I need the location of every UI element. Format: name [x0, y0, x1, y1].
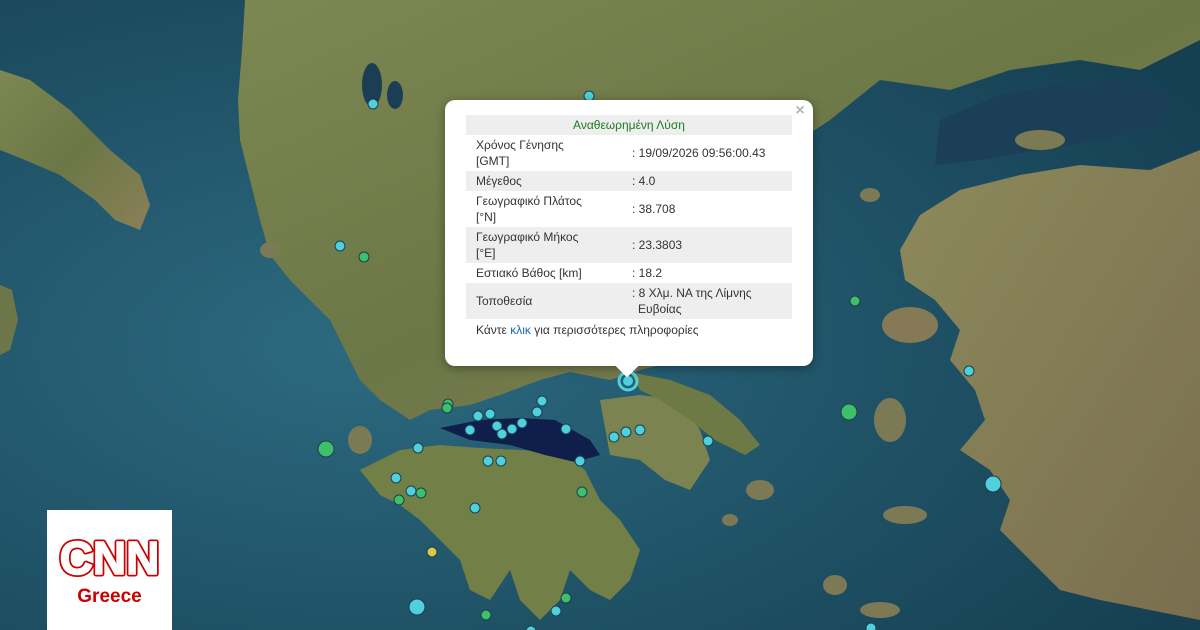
earthquake-marker[interactable]: [441, 402, 453, 414]
earthquake-marker[interactable]: [334, 240, 346, 252]
latitude-label: Γεωγραφικό Πλάτος [°N]: [476, 194, 582, 224]
earthquake-marker[interactable]: [536, 395, 548, 407]
earthquake-marker[interactable]: [963, 365, 975, 377]
island: [746, 480, 774, 500]
island: [882, 307, 938, 343]
earthquake-marker[interactable]: [317, 440, 335, 458]
earthquake-marker[interactable]: [840, 403, 858, 421]
island: [823, 575, 847, 595]
earthquake-marker[interactable]: [560, 592, 572, 604]
origin-time-value: : 19/09/2026 09:56:00.43: [632, 146, 766, 160]
latitude-value: : 38.708: [632, 202, 676, 216]
earthquake-marker[interactable]: [393, 494, 405, 506]
earthquake-marker[interactable]: [358, 251, 370, 263]
svg-text:CNN: CNN: [60, 532, 160, 584]
island: [860, 188, 880, 202]
island: [860, 602, 900, 618]
earthquake-marker[interactable]: [408, 598, 426, 616]
depth-value: : 18.2: [632, 266, 663, 280]
earthquake-marker[interactable]: [506, 423, 518, 435]
earthquake-marker[interactable]: [620, 426, 632, 438]
earthquake-marker[interactable]: [480, 609, 492, 621]
island: [1015, 130, 1065, 150]
earthquake-info-popup: × Αναθεωρημένη Λύση Χρόνος Γένησης [GMT] …: [445, 100, 813, 378]
location-label: Τοποθεσία: [466, 283, 622, 319]
logo-subtitle: Greece: [77, 586, 142, 607]
island: [348, 426, 372, 454]
earthquake-marker[interactable]: [495, 455, 507, 467]
earthquake-marker[interactable]: [560, 423, 572, 435]
earthquake-marker[interactable]: [415, 487, 427, 499]
earthquake-marker[interactable]: [464, 424, 476, 436]
earthquake-marker[interactable]: [472, 410, 484, 422]
earthquake-marker[interactable]: [516, 417, 528, 429]
earthquake-details-table: Χρόνος Γένησης [GMT] : 19/09/2026 09:56:0…: [466, 135, 792, 319]
earthquake-marker[interactable]: [390, 472, 402, 484]
earthquake-marker[interactable]: [412, 442, 424, 454]
earthquake-marker[interactable]: [496, 428, 508, 440]
earthquake-marker[interactable]: [550, 605, 562, 617]
more-info-link[interactable]: κλικ: [510, 323, 531, 337]
longitude-label: Γεωγραφικό Μήκος [°E]: [466, 227, 622, 263]
earthquake-marker[interactable]: [984, 475, 1002, 493]
magnitude-value: : 4.0: [622, 171, 792, 191]
longitude-value: : 23.3803: [622, 227, 792, 263]
cnn-wordmark: CNN CNN: [57, 530, 162, 587]
depth-label: Εστιακό Βάθος [km]: [476, 266, 582, 280]
magnitude-label: Μέγεθος: [466, 171, 622, 191]
table-row: Χρόνος Γένησης [GMT] : 19/09/2026 09:56:0…: [466, 135, 792, 171]
earthquake-marker[interactable]: [849, 295, 861, 307]
earthquake-marker[interactable]: [426, 546, 438, 558]
earthquake-marker[interactable]: [405, 485, 417, 497]
table-row: Γεωγραφικό Πλάτος [°N] : 38.708: [466, 191, 792, 227]
table-row: Γεωγραφικό Μήκος [°E] : 23.3803: [466, 227, 792, 263]
table-row: Μέγεθος : 4.0: [466, 171, 792, 191]
earthquake-marker[interactable]: [702, 435, 714, 447]
earthquake-marker[interactable]: [367, 98, 379, 110]
island: [874, 398, 906, 442]
earthquake-marker[interactable]: [865, 622, 877, 630]
lake: [387, 81, 403, 109]
earthquake-marker[interactable]: [482, 455, 494, 467]
close-icon[interactable]: ×: [793, 103, 807, 119]
earthquake-marker[interactable]: [484, 408, 496, 420]
island: [260, 242, 280, 258]
table-row: Εστιακό Βάθος [km] : 18.2: [466, 263, 792, 283]
earthquake-marker[interactable]: [634, 424, 646, 436]
earthquake-marker[interactable]: [623, 376, 633, 386]
earthquake-marker[interactable]: [574, 455, 586, 467]
table-row: Τοποθεσία : 8 Χλμ. ΝΑ της Λίμνης Ευβοίας: [466, 283, 792, 319]
island: [883, 506, 927, 524]
earthquake-marker[interactable]: [576, 486, 588, 498]
island: [722, 514, 738, 526]
earthquake-marker[interactable]: [531, 406, 543, 418]
location-value: : 8 Χλμ. ΝΑ της Λίμνης Ευβοίας: [622, 283, 792, 319]
earthquake-marker[interactable]: [608, 431, 620, 443]
popup-title: Αναθεωρημένη Λύση: [466, 115, 792, 135]
cnn-greece-logo: CNN CNN Greece: [47, 510, 172, 630]
earthquake-marker[interactable]: [469, 502, 481, 514]
origin-time-label: Χρόνος Γένησης [GMT]: [476, 138, 564, 168]
more-info-text: Κάντε κλικ για περισσότερες πληροφορίες: [476, 323, 699, 337]
